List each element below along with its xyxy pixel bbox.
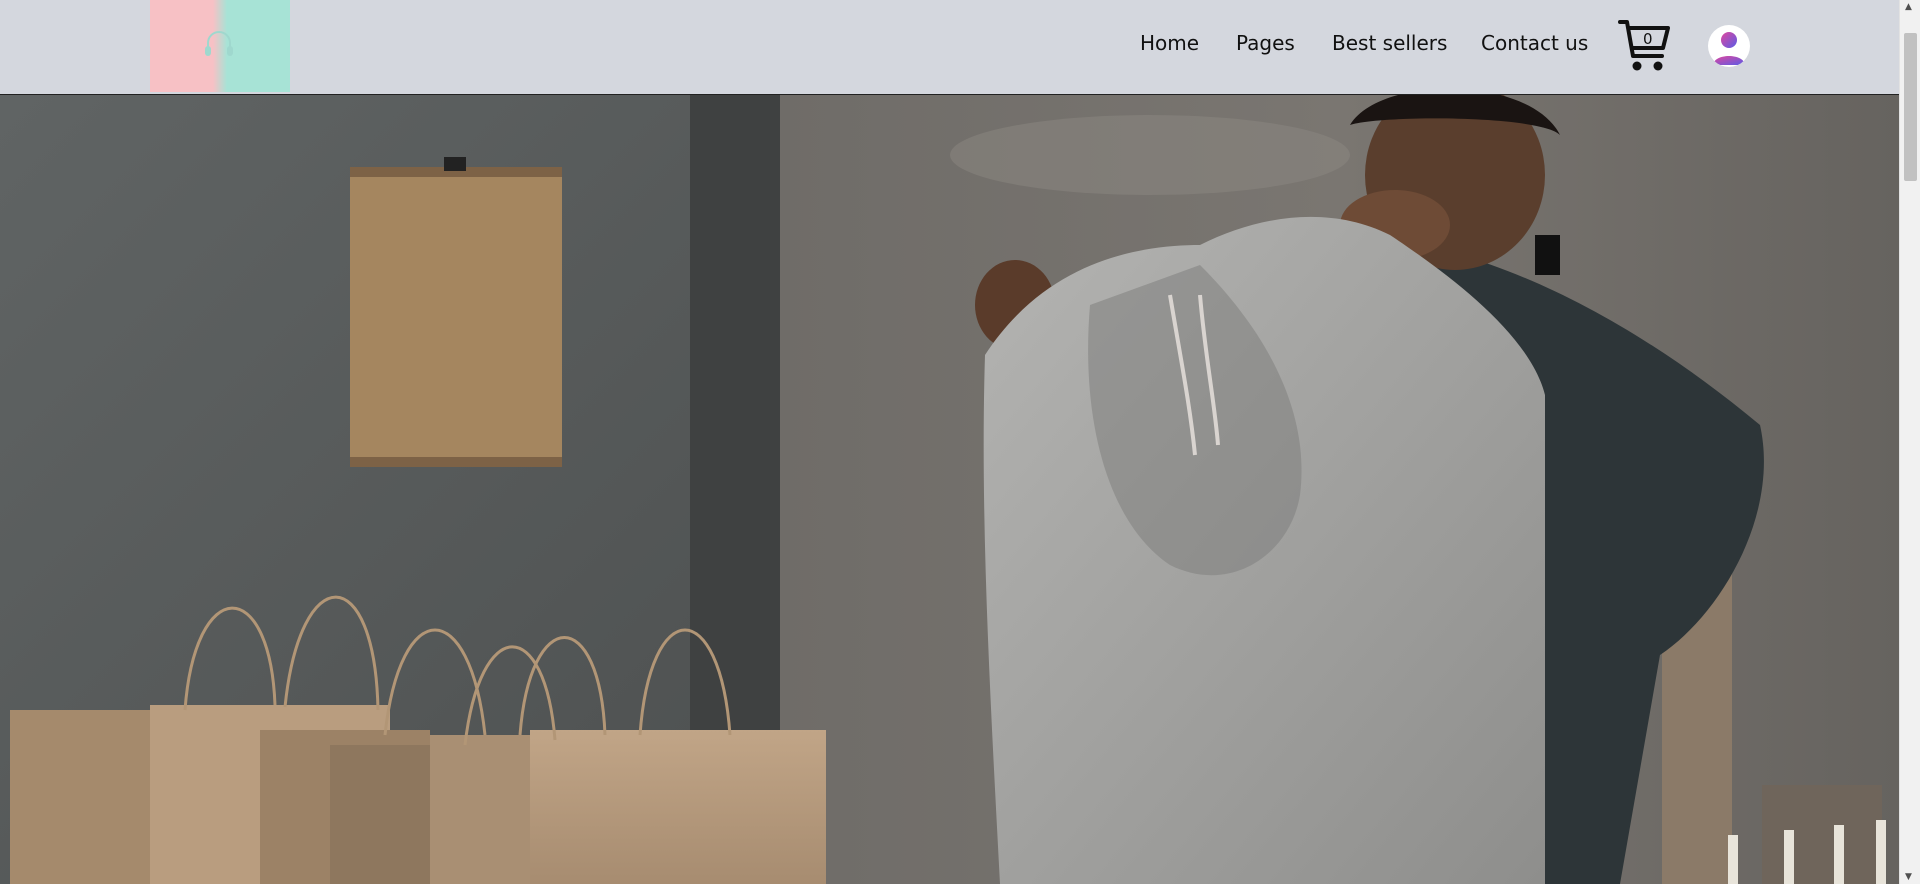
logo[interactable] <box>150 0 290 92</box>
scroll-up-arrow-icon[interactable]: ▲ <box>1905 2 1912 12</box>
user-avatar-icon <box>1713 32 1745 65</box>
nav-best-sellers[interactable]: Best sellers <box>1332 31 1447 55</box>
headphones-icon <box>205 31 233 56</box>
navbar: Home Pages Best sellers Contact us 0 <box>0 0 1899 95</box>
cart-count: 0 <box>1643 30 1653 48</box>
hero-image <box>0 95 1899 884</box>
nav-contact-us[interactable]: Contact us <box>1481 31 1588 55</box>
cart-button[interactable]: 0 <box>1618 18 1670 74</box>
user-avatar-button[interactable] <box>1708 25 1750 67</box>
page-scrollbar[interactable]: ▲ ▼ <box>1899 0 1920 884</box>
nav-home[interactable]: Home <box>1140 31 1199 55</box>
scroll-down-arrow-icon[interactable]: ▼ <box>1905 872 1912 882</box>
scroll-thumb[interactable] <box>1904 33 1917 181</box>
nav-pages[interactable]: Pages <box>1236 31 1295 55</box>
hero-banner <box>0 95 1899 884</box>
